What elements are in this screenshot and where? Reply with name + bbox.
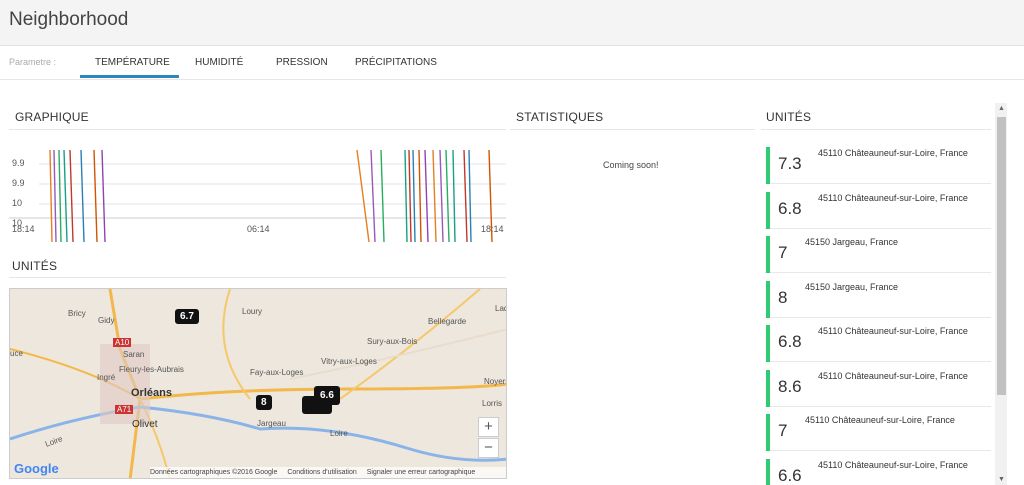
chart-y-tick-label: 9.9	[12, 158, 25, 168]
map-marker[interactable]: 6.7	[175, 309, 199, 324]
map-label-noyers: Noyers	[484, 377, 507, 386]
units-list[interactable]: 7.3 45110 Châteauneuf-sur-Loire, France 6.…	[765, 140, 991, 485]
unit-item[interactable]: 7 45150 Jargeau, France	[765, 229, 991, 273]
map-section-title: UNITÉS	[12, 259, 58, 273]
map-label-vitry: Vitry-aux-Loges	[321, 357, 377, 366]
map-label-loury: Loury	[242, 307, 263, 316]
zoom-in-button[interactable]: +	[478, 417, 499, 437]
map-label-lorris: Lorris	[482, 399, 503, 408]
unit-status-bar	[766, 147, 770, 184]
unit-location: 45110 Châteauneuf-sur-Loire, France	[818, 370, 968, 381]
unit-status-bar	[766, 236, 770, 273]
statistiques-divider	[510, 129, 755, 130]
tab-temperature[interactable]: TEMPÉRATURE	[95, 57, 170, 68]
google-logo-text: Google	[14, 461, 59, 476]
temperature-chart-svg: 9.99.9101018:1406:1418:14	[9, 149, 506, 243]
map-report-link[interactable]: Signaler une erreur cartographique	[367, 469, 476, 476]
unit-location: 45110 Châteauneuf-sur-Loire, France	[818, 192, 968, 203]
unit-item[interactable]: 7.3 45110 Châteauneuf-sur-Loire, France	[765, 140, 991, 184]
scrollbar-thumb[interactable]	[997, 117, 1006, 395]
unit-value: 8.6	[778, 376, 802, 396]
graphique-title: GRAPHIQUE	[15, 110, 89, 124]
chart-y-tick-label: 10	[12, 198, 22, 208]
graphique-divider	[9, 129, 506, 130]
units-divider	[761, 129, 991, 130]
unit-item[interactable]: 7 45110 Châteauneuf-sur-Loire, France	[765, 407, 991, 451]
chart-x-tick-label: 06:14	[247, 224, 270, 234]
unit-item[interactable]: 8.6 45110 Châteauneuf-sur-Loire, France	[765, 363, 991, 407]
unit-location: 45110 Châteauneuf-sur-Loire, France	[805, 415, 955, 425]
tab-humidite[interactable]: HUMIDITÉ	[195, 57, 243, 68]
map-label-gidy: Gidy	[98, 316, 115, 325]
chart-x-tick-label: 18:14	[12, 224, 35, 234]
unit-location: 45110 Châteauneuf-sur-Loire, France	[818, 148, 968, 158]
app-header: Neighborhood	[0, 0, 1024, 46]
map-label-fleury: Fleury-les-Aubrais	[119, 365, 184, 374]
unit-location: 45110 Châteauneuf-sur-Loire, France	[818, 326, 968, 336]
units-title: UNITÉS	[766, 110, 812, 124]
chart-y-tick-label: 9.9	[12, 178, 25, 188]
unit-value: 8	[778, 287, 788, 307]
map-label-sury: Sury-aux-Bois	[367, 337, 418, 346]
map-label-luce: uce	[10, 349, 23, 358]
map-footer: Données cartographiques ©2016 Google Con…	[150, 467, 506, 478]
unit-location: 45150 Jargeau, France	[805, 281, 899, 292]
map-label-fay: Fay-aux-Loges	[250, 368, 304, 377]
unit-status-bar	[766, 458, 770, 485]
map[interactable]: Bricy Gidy Loury Bellegarde Ladc uce A10…	[9, 288, 507, 479]
unit-status-bar	[766, 369, 770, 407]
unit-value: 7	[778, 243, 788, 262]
unit-value: 7	[778, 421, 788, 440]
unit-location: 45150 Jargeau, France	[805, 237, 899, 247]
map-label-bricy: Bricy	[68, 309, 86, 318]
map-terms-link[interactable]: Conditions d'utilisation	[287, 469, 356, 476]
statistiques-title: STATISTIQUES	[516, 110, 604, 124]
map-label-olivet: Olivet	[132, 419, 158, 430]
map-marker[interactable]: 8	[256, 395, 272, 410]
scroll-down-icon[interactable]: ▼	[997, 476, 1006, 483]
map-label-a71: A71	[115, 405, 134, 414]
map-label-ladon: Ladc	[495, 304, 506, 313]
units-scrollbar[interactable]: ▲ ▼	[995, 103, 1007, 485]
unit-status-bar	[766, 191, 770, 229]
parameter-tabs: Parametre : TEMPÉRATURE HUMIDITÉ PRESSIO…	[0, 46, 1024, 80]
tab-precipitations[interactable]: PRÉCIPITATIONS	[355, 57, 437, 68]
google-logo: Google	[14, 461, 59, 476]
active-tab-indicator	[80, 75, 179, 78]
unit-value: 6.8	[778, 332, 802, 351]
map-label-jargeau: Jargeau	[257, 419, 286, 428]
map-label-ingre: Ingré	[97, 373, 116, 382]
map-section-divider	[9, 277, 506, 278]
map-label-a10: A10	[113, 338, 132, 347]
map-marker[interactable]: 6.6	[314, 386, 340, 405]
tab-pression[interactable]: PRESSION	[276, 57, 328, 68]
unit-value: 7.3	[778, 154, 802, 173]
unit-item[interactable]: 6.6 45110 Châteauneuf-sur-Loire, France	[765, 452, 991, 485]
unit-status-bar	[766, 280, 770, 318]
map-label-loire-east: Loire	[330, 429, 348, 438]
unit-value: 6.8	[778, 198, 802, 218]
unit-status-bar	[766, 414, 770, 451]
scroll-up-icon[interactable]: ▲	[997, 105, 1006, 112]
temperature-chart: 9.99.9101018:1406:1418:14	[9, 140, 506, 243]
map-label-orleans: Orléans	[131, 387, 172, 399]
unit-item[interactable]: 6.8 45110 Châteauneuf-sur-Loire, France	[765, 318, 991, 362]
map-copyright: Données cartographiques ©2016 Google	[150, 469, 278, 476]
page-title: Neighborhood	[9, 9, 129, 30]
unit-value: 6.6	[778, 465, 802, 485]
statistiques-message: Coming soon!	[603, 160, 659, 170]
unit-location: 45110 Châteauneuf-sur-Loire, France	[818, 459, 968, 470]
map-label-saran: Saran	[123, 350, 145, 359]
zoom-out-button[interactable]: −	[478, 438, 499, 458]
unit-status-bar	[766, 325, 770, 362]
unit-item[interactable]: 8 45150 Jargeau, France	[765, 274, 991, 318]
parameter-label: Parametre :	[9, 57, 57, 67]
map-label-bellegarde: Bellegarde	[428, 317, 467, 326]
unit-item[interactable]: 6.8 45110 Châteauneuf-sur-Loire, France	[765, 185, 991, 229]
